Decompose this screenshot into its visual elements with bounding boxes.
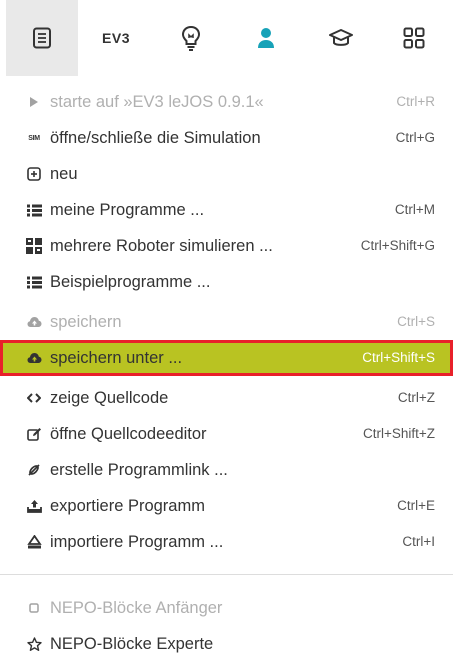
cloud-upload-icon <box>26 343 42 373</box>
menu-item-shortcut: Ctrl+Shift+G <box>360 238 435 253</box>
menu-item-nepo-beginner[interactable]: NEPO-Blöcke Anfänger <box>0 590 453 626</box>
robots-icon <box>26 228 42 264</box>
menu-item-shortcut: Ctrl+Z <box>397 390 435 405</box>
program-menu-button[interactable] <box>6 0 78 76</box>
menu-item-shortcut: Ctrl+E <box>397 498 435 513</box>
menu-item-example-programs[interactable]: Beispielprogramme ... <box>0 264 453 300</box>
menu-item-save-as[interactable]: speichern unter ... Ctrl+Shift+S <box>0 340 453 376</box>
menu-item-save[interactable]: speichern Ctrl+S <box>0 304 453 340</box>
menu-item-label: speichern <box>50 313 122 331</box>
menu-divider <box>0 574 453 575</box>
star-outline-icon <box>26 626 42 662</box>
menu-item-label: zeige Quellcode <box>50 389 169 407</box>
play-icon <box>26 84 42 120</box>
menu-item-shortcut: Ctrl+S <box>397 314 435 329</box>
robot-menu-button[interactable]: EV3 <box>80 0 152 76</box>
list-icon <box>26 264 42 300</box>
link-icon <box>26 452 42 488</box>
graduation-cap-icon <box>329 29 353 46</box>
apps-menu-button[interactable] <box>378 0 450 76</box>
menu-item-label: NEPO-Blöcke Anfänger <box>50 599 223 617</box>
menu-item-toggle-simulation[interactable]: SIM öffne/schließe die Simulation Ctrl+G <box>0 120 453 156</box>
menu-item-label: meine Programme ... <box>50 201 205 219</box>
menu-item-label: erstelle Programmlink ... <box>50 461 228 479</box>
menu-item-create-program-link[interactable]: erstelle Programmlink ... <box>0 452 453 488</box>
menu-item-export-program[interactable]: exportiere Programm Ctrl+E <box>0 488 453 524</box>
code-icon <box>26 380 42 416</box>
menu-item-shortcut: Ctrl+G <box>395 130 435 145</box>
menu-item-label: starte auf »EV3 leJOS 0.9.1« <box>50 93 264 111</box>
menu-item-label: speichern unter ... <box>50 349 183 367</box>
export-icon <box>26 488 42 524</box>
menu-item-label: neu <box>50 165 78 183</box>
document-list-icon <box>33 27 51 49</box>
menu-item-my-programs[interactable]: meine Programme ... Ctrl+M <box>0 192 453 228</box>
menu-item-run-on-robot[interactable]: starte auf »EV3 leJOS 0.9.1« Ctrl+R <box>0 84 453 120</box>
import-icon <box>26 524 42 560</box>
user-icon <box>258 28 274 48</box>
new-document-icon <box>26 156 42 192</box>
menu-item-label: NEPO-Blöcke Experte <box>50 635 214 653</box>
menu-item-multi-robot-simulation[interactable]: mehrere Roboter simulieren ... Ctrl+Shif… <box>0 228 453 264</box>
cloud-upload-icon <box>26 304 42 340</box>
user-menu-button[interactable] <box>230 0 302 76</box>
menu-item-label: Beispielprogramme ... <box>50 273 211 291</box>
menu-item-nepo-expert[interactable]: NEPO-Blöcke Experte <box>0 626 453 662</box>
edit-icon <box>26 416 42 452</box>
ev3-logo-icon: EV3 <box>102 30 130 46</box>
menu-item-label: öffne/schließe die Simulation <box>50 129 261 147</box>
menu-item-import-program[interactable]: importiere Programm ... Ctrl+I <box>0 524 453 560</box>
menu-item-label: importiere Programm ... <box>50 533 224 551</box>
gallery-menu-button[interactable] <box>305 0 377 76</box>
menu-item-shortcut: Ctrl+Shift+S <box>362 350 435 365</box>
menu-item-shortcut: Ctrl+Shift+Z <box>362 426 435 441</box>
list-icon <box>26 192 42 228</box>
menu-item-open-source-editor[interactable]: öffne Quellcodeeditor Ctrl+Shift+Z <box>0 416 453 452</box>
square-outline-icon <box>26 590 42 626</box>
top-toolbar: EV3 <box>0 0 453 76</box>
menu-item-show-source-code[interactable]: zeige Quellcode Ctrl+Z <box>0 380 453 416</box>
menu-item-label: mehrere Roboter simulieren ... <box>50 237 273 255</box>
menu-item-shortcut: Ctrl+R <box>396 94 435 109</box>
menu-item-label: exportiere Programm <box>50 497 205 515</box>
menu-item-shortcut: Ctrl+M <box>394 202 435 217</box>
lightbulb-icon <box>181 25 201 51</box>
menu-item-new[interactable]: neu <box>0 156 453 192</box>
menu-item-shortcut: Ctrl+I <box>402 534 435 549</box>
grid-icon <box>403 27 425 49</box>
menu-item-label: öffne Quellcodeeditor <box>50 425 207 443</box>
sim-icon: SIM <box>28 134 40 142</box>
help-menu-button[interactable] <box>155 0 227 76</box>
